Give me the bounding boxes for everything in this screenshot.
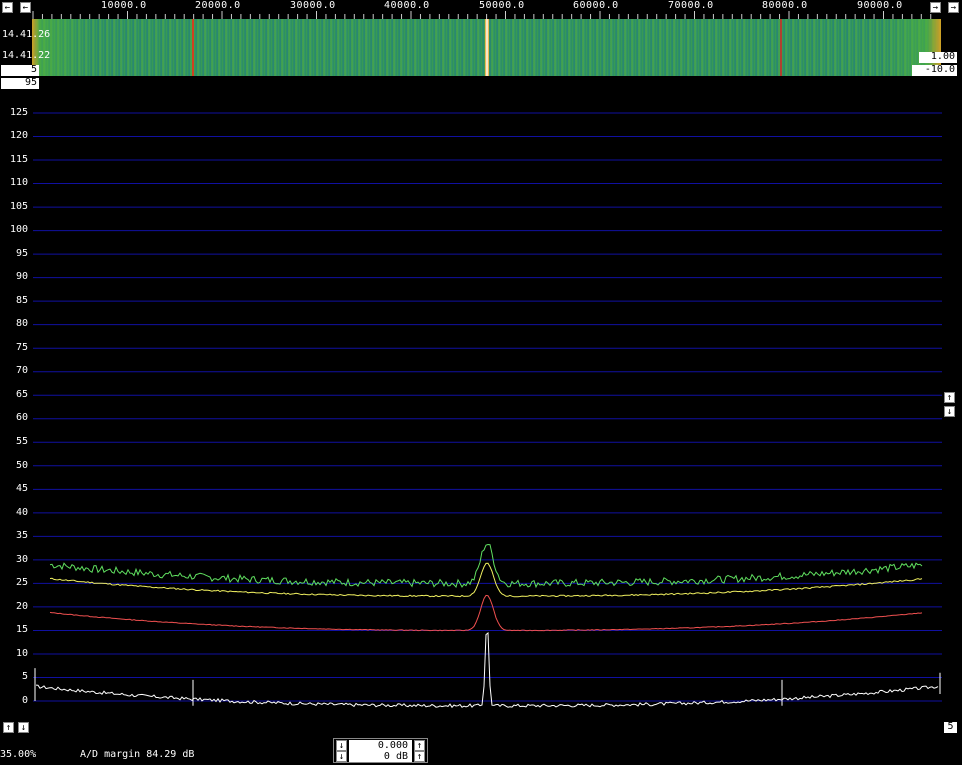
y-label: 95 (15, 248, 28, 259)
trace-green (49, 543, 923, 589)
y-label: 30 (15, 554, 28, 565)
waterfall-zero-box[interactable]: -10.0 (912, 65, 957, 76)
y-label: 35 (15, 530, 28, 541)
value-down-button[interactable]: ↓ (336, 740, 347, 751)
y-label: 70 (15, 365, 28, 376)
trace-red (49, 594, 923, 632)
freq-label-40000: 40000.0 (384, 0, 430, 11)
y-label: 45 (15, 483, 28, 494)
freq-label-10000: 10000.0 (101, 0, 147, 11)
y-label: 15 (15, 624, 28, 635)
freq-label-60000: 60000.0 (573, 0, 619, 11)
freq-label-20000: 20000.0 (195, 0, 241, 11)
spectrum-graph[interactable] (0, 90, 962, 720)
value-field[interactable]: 0.000 (349, 740, 412, 751)
y-label: 100 (9, 224, 28, 235)
y-label: 105 (9, 201, 28, 212)
spectrum-corner-box[interactable]: 5 (944, 722, 957, 733)
db-up-button[interactable]: ↑ (414, 751, 425, 762)
waterfall-gain-box[interactable]: 1.00 (919, 52, 957, 63)
y-label: 110 (9, 177, 28, 188)
freq-label-90000: 90000.0 (857, 0, 903, 11)
freq-label-30000: 30000.0 (290, 0, 336, 11)
scale-down-button[interactable]: ↓ (944, 406, 955, 417)
db-down-button[interactable]: ↓ (336, 751, 347, 762)
y-label: 0 (21, 695, 28, 706)
db-field[interactable]: 0 dB (349, 751, 412, 762)
y-label: 60 (15, 412, 28, 423)
y-label: 5 (21, 671, 28, 682)
y-label: 10 (15, 648, 28, 659)
y-label: 120 (9, 130, 28, 141)
y-label: 40 (15, 507, 28, 518)
waterfall-avg-box[interactable]: 5 (1, 65, 39, 76)
waterfall[interactable] (32, 19, 941, 76)
y-label: 25 (15, 577, 28, 588)
status-ad-margin: A/D margin 84.29 dB (80, 749, 195, 760)
y-label: 90 (15, 271, 28, 282)
y-label: 75 (15, 342, 28, 353)
freq-label-70000: 70000.0 (668, 0, 714, 11)
y-label: 65 (15, 389, 28, 400)
status-percent: 35.00% (0, 749, 37, 760)
waterfall-spur-right (780, 19, 782, 76)
y-label: 125 (9, 107, 28, 118)
spectrum-avg-box[interactable]: 95 (1, 78, 39, 89)
freq-label-80000: 80000.0 (762, 0, 808, 11)
y-label: 20 (15, 601, 28, 612)
frequency-scale: ← ← → → 10000.0 20000.0 30000.0 40000.0 … (0, 0, 962, 19)
waterfall-time-top: 14.41.26 (2, 29, 51, 40)
y-label: 115 (9, 154, 28, 165)
trace-white (35, 631, 939, 709)
scale-up-button[interactable]: ↑ (944, 392, 955, 403)
y-label: 85 (15, 295, 28, 306)
trace-yellow (49, 562, 923, 598)
waterfall-carrier (485, 19, 489, 76)
gain-control: ↓ 0.000 ↑ ↓ 0 dB ↑ (333, 738, 428, 763)
y-label: 50 (15, 460, 28, 471)
y-label: 80 (15, 318, 28, 329)
level-up-button[interactable]: ↑ (3, 722, 14, 733)
waterfall-time-bottom: 14.41.22 (2, 50, 51, 61)
y-label: 55 (15, 436, 28, 447)
freq-label-50000: 50000.0 (479, 0, 525, 11)
waterfall-spur-left (192, 19, 194, 76)
level-down-button[interactable]: ↓ (18, 722, 29, 733)
value-up-button[interactable]: ↑ (414, 740, 425, 751)
